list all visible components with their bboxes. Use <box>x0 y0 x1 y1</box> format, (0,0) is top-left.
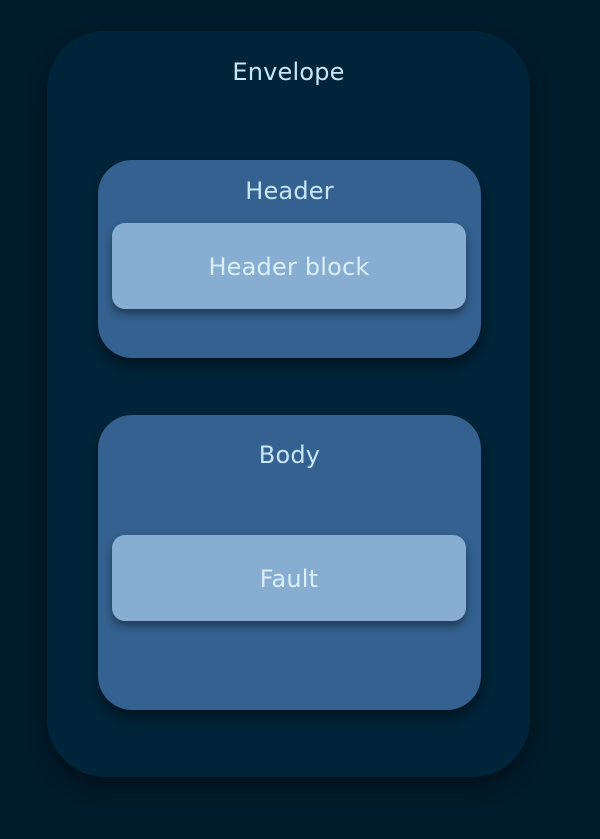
body-label: Body <box>258 441 321 469</box>
envelope-label: Envelope <box>232 58 345 86</box>
fault-label: Fault <box>259 565 319 593</box>
header-label: Header <box>245 177 334 205</box>
header-block-label: Header block <box>208 253 370 281</box>
